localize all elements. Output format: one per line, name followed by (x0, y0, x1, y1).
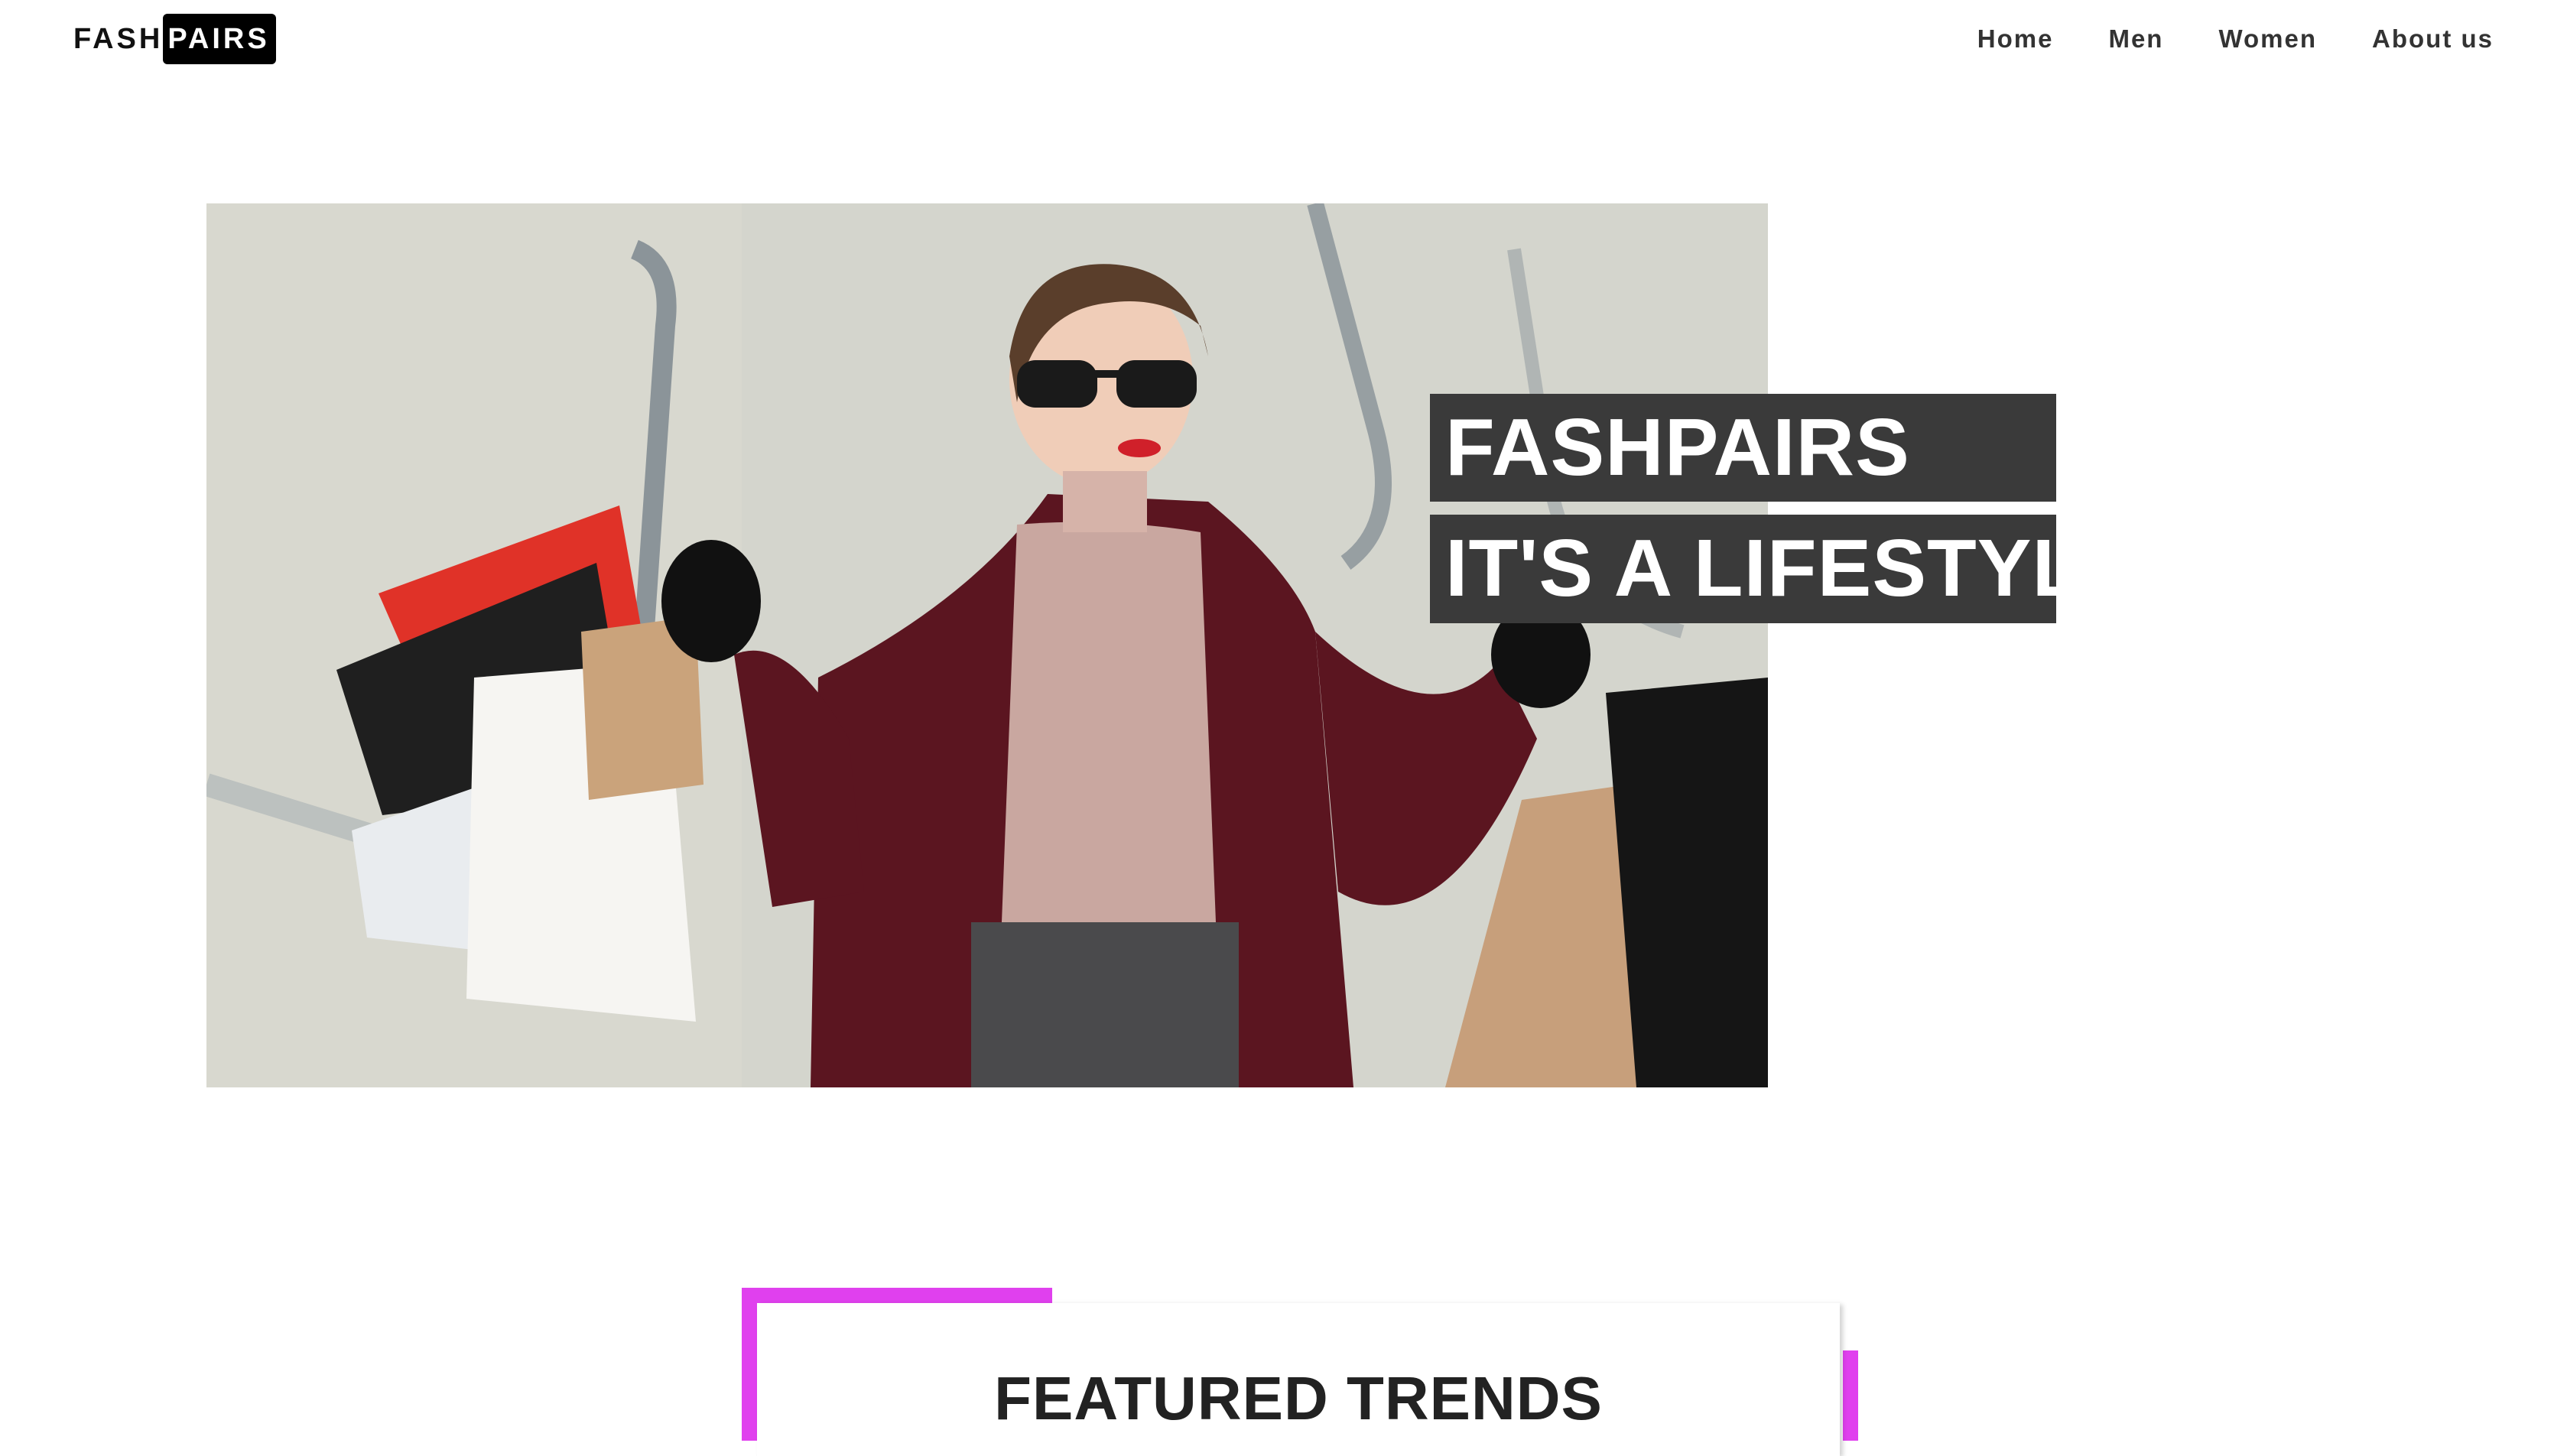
hero-tagline: IT'S A LIFESTYLE (1430, 515, 2136, 623)
main-nav: Home Men Women About us (1922, 20, 2494, 58)
nav-link-women[interactable]: Women (2218, 20, 2317, 58)
site-logo[interactable]: FASH PAIRS (73, 12, 276, 66)
nav-link-about-us[interactable]: About us (2372, 20, 2494, 58)
accent-bar-right (1843, 1350, 1858, 1441)
accent-bar-left (742, 1288, 757, 1441)
hero-image (206, 203, 1768, 1087)
hero-title: FASHPAIRS (1430, 394, 2056, 502)
nav-link-home[interactable]: Home (1977, 20, 2054, 58)
featured-title-box: FEATURED TRENDS (757, 1303, 1840, 1456)
site-header: FASH PAIRS Home Men Women About us (0, 0, 2567, 84)
accent-bar-top-left (742, 1288, 1052, 1303)
nav-link-men[interactable]: Men (2108, 20, 2163, 58)
hero-photo-illustration (206, 203, 1768, 1087)
logo-text-pairs: PAIRS (163, 14, 276, 64)
featured-trends-title: FEATURED TRENDS (994, 1364, 1603, 1432)
logo-text-fash: FASH (73, 22, 164, 55)
featured-trends-section: FEATURED TRENDS (742, 1288, 1858, 1456)
